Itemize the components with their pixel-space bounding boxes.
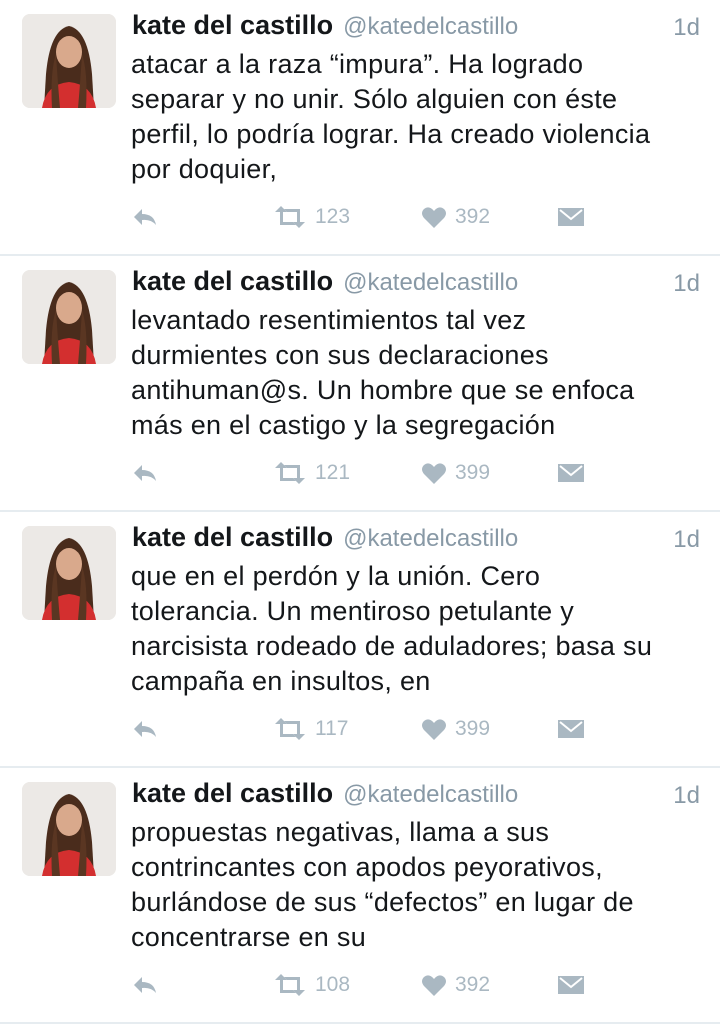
timeline: kate del castillo @katedelcastillo 1d at…: [0, 0, 720, 1024]
author-handle[interactable]: @katedelcastillo: [343, 525, 700, 553]
tweet[interactable]: kate del castillo @katedelcastillo 1d qu…: [0, 512, 720, 768]
tweet[interactable]: kate del castillo @katedelcastillo 1d le…: [0, 256, 720, 512]
author-name[interactable]: kate del castillo: [132, 778, 333, 809]
tweet-header: kate del castillo @katedelcastillo 1d: [132, 778, 700, 812]
tweet[interactable]: kate del castillo @katedelcastillo 1d pr…: [0, 768, 720, 1024]
tweet-actions: 123 392: [131, 200, 611, 234]
like-button[interactable]: 392: [421, 968, 490, 1002]
avatar-image: [22, 270, 116, 364]
tweet-text: atacar a la raza “impura”. Ha logrado se…: [131, 49, 651, 184]
retweet-button[interactable]: 117: [273, 712, 348, 746]
heart-icon: [422, 463, 446, 484]
retweet-button[interactable]: 108: [273, 968, 350, 1002]
direct-message-icon: [558, 208, 584, 226]
author-name[interactable]: kate del castillo: [132, 522, 333, 553]
tweet-text: levantado resentimientos tal vez durmien…: [131, 305, 635, 440]
like-count: 399: [455, 717, 491, 740]
reply-icon: [134, 209, 156, 225]
author-handle[interactable]: @katedelcastillo: [343, 13, 700, 41]
retweet-icon: [275, 974, 305, 996]
retweet-button[interactable]: 123: [273, 200, 350, 234]
heart-icon: [422, 975, 446, 996]
retweet-count: 108: [315, 973, 351, 996]
like-button[interactable]: 399: [421, 456, 490, 490]
author-name[interactable]: kate del castillo: [132, 10, 333, 41]
reply-button[interactable]: [131, 200, 159, 234]
like-count: 392: [455, 205, 491, 228]
direct-message-button[interactable]: [557, 200, 585, 234]
timestamp[interactable]: 1d: [673, 270, 700, 298]
timestamp[interactable]: 1d: [673, 14, 700, 42]
avatar-image: [22, 14, 116, 108]
retweet-icon: [275, 206, 305, 228]
tweet-header: kate del castillo @katedelcastillo 1d: [132, 10, 700, 44]
author-name[interactable]: kate del castillo: [132, 266, 333, 297]
retweet-icon: [275, 718, 305, 740]
avatar-image: [22, 782, 116, 876]
direct-message-button[interactable]: [557, 968, 585, 1002]
direct-message-button[interactable]: [557, 456, 585, 490]
timestamp[interactable]: 1d: [673, 526, 700, 554]
tweet[interactable]: kate del castillo @katedelcastillo 1d at…: [0, 0, 720, 256]
reply-icon: [134, 721, 156, 737]
author-handle[interactable]: @katedelcastillo: [343, 269, 700, 297]
author-handle[interactable]: @katedelcastillo: [343, 781, 700, 809]
retweet-count: 121: [315, 461, 351, 484]
timestamp[interactable]: 1d: [673, 782, 700, 810]
avatar-image: [22, 526, 116, 620]
reply-icon: [134, 465, 156, 481]
avatar[interactable]: [22, 14, 116, 108]
like-button[interactable]: 399: [421, 712, 490, 746]
heart-icon: [422, 719, 446, 740]
reply-button[interactable]: [131, 968, 159, 1002]
retweet-button[interactable]: 121: [273, 456, 350, 490]
tweet-text: propuestas negativas, llama a sus contri…: [131, 817, 634, 952]
avatar[interactable]: [22, 270, 116, 364]
direct-message-icon: [558, 464, 584, 482]
reply-button[interactable]: [131, 456, 159, 490]
tweet-header: kate del castillo @katedelcastillo 1d: [132, 266, 700, 300]
direct-message-icon: [558, 976, 584, 994]
avatar[interactable]: [22, 782, 116, 876]
like-count: 392: [455, 973, 491, 996]
reply-button[interactable]: [131, 712, 159, 746]
tweet-actions: 108 392: [131, 968, 611, 1002]
tweet-actions: 121 399: [131, 456, 611, 490]
heart-icon: [422, 207, 446, 228]
tweet-text: que en el perdón y la unión. Cero tolera…: [131, 561, 653, 696]
tweet-actions: 117 399: [131, 712, 611, 746]
avatar[interactable]: [22, 526, 116, 620]
like-button[interactable]: 392: [421, 200, 490, 234]
reply-icon: [134, 977, 156, 993]
retweet-count: 117: [315, 717, 349, 740]
direct-message-button[interactable]: [557, 712, 585, 746]
tweet-header: kate del castillo @katedelcastillo 1d: [132, 522, 700, 556]
retweet-icon: [275, 462, 305, 484]
retweet-count: 123: [315, 205, 351, 228]
like-count: 399: [455, 461, 491, 484]
direct-message-icon: [558, 720, 584, 738]
